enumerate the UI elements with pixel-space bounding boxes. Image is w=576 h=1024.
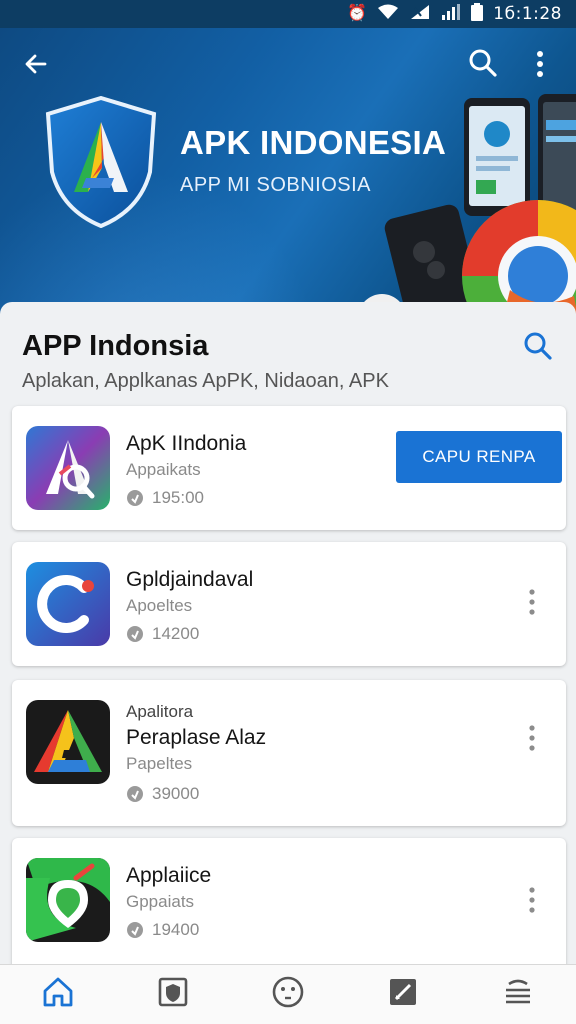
more-options-button[interactable] [520, 882, 544, 922]
shield-icon [156, 975, 190, 1014]
hero-subtitle: APP MI SOBNIOSIA [180, 174, 372, 196]
app-icon [26, 562, 110, 646]
download-icon [126, 625, 144, 643]
app-name: Applaiice [126, 864, 212, 887]
edit-icon [386, 975, 420, 1014]
section-search-button[interactable] [520, 330, 556, 366]
more-vert-icon [529, 724, 535, 756]
more-vert-icon [529, 886, 535, 918]
menu-icon [501, 975, 535, 1014]
download-icon [126, 489, 144, 507]
search-button[interactable] [466, 48, 500, 82]
nav-security[interactable] [143, 970, 203, 1020]
more-vert-icon [536, 50, 544, 83]
app-name: ApK IIndonia [126, 432, 247, 455]
more-options-button[interactable] [520, 584, 544, 624]
install-button[interactable]: CAPU RENPA [396, 431, 562, 483]
alarm-icon: ⏰ [347, 5, 368, 22]
back-button[interactable] [20, 50, 52, 82]
download-count-value: 195:00 [152, 488, 204, 507]
devices-illustration [358, 90, 576, 318]
status-time: 1б:1:28 [493, 4, 562, 24]
download-count: 19400 [126, 920, 199, 940]
app-top-label: Apalitora [126, 702, 194, 721]
search-icon [468, 48, 498, 83]
status-bar: ⏰ 1б:1:28 [0, 0, 576, 28]
main-panel: APP Indonsia Aplakan, Applkanas ApPK, Ni… [0, 302, 576, 978]
more-options-button[interactable] [528, 48, 552, 84]
nav-edit[interactable] [373, 970, 433, 1020]
nav-home[interactable] [28, 970, 88, 1020]
app-card[interactable]: Applaiice Gppaiats 19400 [12, 838, 566, 978]
nav-menu[interactable] [488, 970, 548, 1020]
app-icon [26, 858, 110, 942]
app-icon [26, 700, 110, 784]
app-category: Papeltes [126, 754, 193, 773]
section-title: APP Indonsia [22, 330, 209, 362]
app-category: Gppaiats [126, 892, 195, 911]
apk-indonesia-logo [44, 95, 158, 229]
nav-profile[interactable] [258, 970, 318, 1020]
app-name: Peraplase Alaz [126, 726, 267, 749]
search-icon [523, 331, 553, 366]
back-arrow-icon [23, 51, 49, 82]
app-category: Apoeltes [126, 596, 193, 615]
download-count: 39000 [126, 784, 199, 804]
download-icon [126, 785, 144, 803]
signal-icon [409, 4, 431, 24]
app-category: Appaikats [126, 460, 201, 479]
wifi-icon [377, 4, 399, 24]
battery-icon [471, 3, 484, 25]
bottom-nav [0, 964, 576, 1024]
app-card[interactable]: Gpldjaindaval Apoeltes 14200 [12, 542, 566, 666]
more-options-button[interactable] [520, 720, 544, 760]
cell-signal-icon [441, 4, 461, 24]
download-count-value: 19400 [152, 920, 200, 939]
app-card[interactable]: Apalitora Peraplase Alaz Papeltes 39000 [12, 680, 566, 826]
download-icon [126, 921, 144, 939]
hero-banner: APK INDONESIA APP MI SOBNIOSIA [0, 28, 576, 318]
download-count-value: 14200 [152, 624, 200, 643]
section-subtitle: Aplakan, Applkanas ApPK, Nidaoan, APK [22, 370, 389, 392]
download-count: 14200 [126, 624, 199, 644]
face-icon [271, 975, 305, 1014]
home-icon [41, 975, 75, 1014]
download-count: 195:00 [126, 488, 204, 508]
app-name: Gpldjaindaval [126, 568, 254, 591]
app-icon [26, 426, 110, 510]
app-card[interactable]: ApK IIndonia Appaikats 195:00 CAPU RENPA [12, 406, 566, 530]
more-vert-icon [529, 588, 535, 620]
download-count-value: 39000 [152, 784, 200, 803]
